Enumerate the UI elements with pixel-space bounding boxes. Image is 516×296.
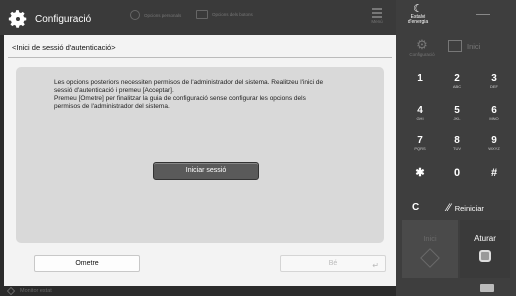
right-panel: ☾ Estalvi d'energia ⚙ Configuració Inici… <box>396 0 516 296</box>
instruction-text: Les opcions posteriors necessiten permis… <box>54 79 374 111</box>
page-title: <Inici de sessió d'autenticació> <box>12 43 116 52</box>
app-title: Configuració <box>7 8 91 30</box>
key-label: 9 <box>491 135 497 146</box>
home-button[interactable]: Inici <box>448 40 480 52</box>
reset-label: Reiniciar <box>454 203 484 213</box>
omit-button[interactable]: Ometre <box>34 255 140 272</box>
main-panel: <Inici de sessió d'autenticació> Les opc… <box>4 35 396 286</box>
start-icon <box>420 248 440 268</box>
button-settings-label: Opcions dels botons <box>212 12 253 17</box>
energy-saver-button[interactable]: ☾ Estalvi d'energia <box>406 4 430 25</box>
ok-label: Bé <box>328 260 338 267</box>
stop-label: Aturar <box>474 234 496 243</box>
key-sublabel: JKL <box>453 116 461 121</box>
key-9[interactable]: 9 WXYZ <box>476 132 512 154</box>
reset-button[interactable]: ⁄⁄ Reiniciar <box>439 197 506 219</box>
gear-icon: ⚙ <box>416 37 428 52</box>
key-label: 1 <box>417 73 423 84</box>
button-settings-button[interactable]: Opcions dels botons <box>196 10 253 19</box>
key-3[interactable]: 3 DEF <box>476 70 512 92</box>
key-sublabel: TUV <box>453 146 461 151</box>
key-2[interactable]: 2 ABC <box>439 70 475 92</box>
menu-label: Menú <box>371 19 383 24</box>
start-button[interactable]: Inici <box>402 220 458 278</box>
settings-button[interactable]: ⚙ Configuració <box>402 37 442 58</box>
divider <box>8 57 392 58</box>
personal-settings-button[interactable]: Opcions personals <box>130 10 181 20</box>
key-5[interactable]: 5 JKL <box>439 102 475 124</box>
status-bar: Monitor estat <box>0 286 396 296</box>
key-sublabel: GHI <box>416 116 424 121</box>
instruction-line: Premeu [Ometre] per finalitzar la guia d… <box>54 95 306 102</box>
key-1[interactable]: 1 <box>402 70 438 92</box>
menu-button[interactable]: Menú <box>364 5 390 31</box>
energy-saver-label: Estalvi d'energia <box>407 14 429 25</box>
key-sublabel: MNO <box>489 116 499 121</box>
stop-icon <box>479 250 491 262</box>
key-asterisk[interactable]: ✱ <box>402 163 438 185</box>
login-button[interactable]: Iniciar sessió <box>153 162 259 180</box>
key-label: 5 <box>454 105 460 116</box>
key-label: ✱ <box>415 167 425 179</box>
app-title-label: Configuració <box>35 13 92 25</box>
gear-icon <box>8 10 27 28</box>
message-card: Les opcions posteriors necessiten permis… <box>16 67 384 243</box>
enter-icon: ↵ <box>372 261 379 270</box>
button-settings-icon <box>196 10 208 19</box>
status-monitor-icon <box>6 286 16 296</box>
device-status-icon <box>480 284 494 292</box>
top-bar: Configuració Opcions personals Opcions d… <box>0 0 396 35</box>
key-7[interactable]: 7 PQRS <box>402 132 438 154</box>
key-0[interactable]: 0 <box>439 163 475 185</box>
settings-label: Configuració <box>409 52 435 57</box>
stop-button[interactable]: Aturar <box>460 220 510 278</box>
ok-button[interactable]: Bé ↵ <box>280 255 386 272</box>
key-label: 3 <box>491 73 497 84</box>
menu-icon <box>372 8 382 18</box>
key-sublabel: PQRS <box>414 146 426 151</box>
key-label: 7 <box>417 135 423 146</box>
key-label: 4 <box>417 105 423 116</box>
key-6[interactable]: 6 MNO <box>476 102 512 124</box>
status-monitor-label: Monitor estat <box>20 288 52 294</box>
key-8[interactable]: 8 TUV <box>439 132 475 154</box>
home-icon <box>448 40 462 52</box>
key-label: 0 <box>453 167 461 179</box>
person-icon <box>130 10 140 20</box>
instruction-line: Les opcions posteriors necessiten permis… <box>54 79 324 86</box>
home-label: Inici <box>467 41 481 51</box>
key-label: 8 <box>454 135 460 146</box>
instruction-line: permisos de l'administrador del sistema. <box>54 103 170 110</box>
clear-label: C <box>412 202 420 213</box>
key-sublabel: DEF <box>490 84 498 89</box>
key-hash[interactable]: # <box>476 163 512 185</box>
key-4[interactable]: 4 GHI <box>402 102 438 124</box>
key-label: # <box>490 167 498 179</box>
key-sublabel: WXYZ <box>488 146 500 151</box>
reset-icon: ⁄⁄ <box>447 202 451 214</box>
start-label: Inici <box>423 234 437 243</box>
key-label: 6 <box>491 105 497 116</box>
key-label: 2 <box>454 73 460 84</box>
status-monitor-button[interactable]: Monitor estat <box>6 286 52 296</box>
instruction-line: sessió d'autenticació i premeu [Acceptar… <box>54 87 174 94</box>
clear-button[interactable]: C <box>402 197 438 219</box>
personal-settings-label: Opcions personals <box>144 12 182 18</box>
key-sublabel: ABC <box>452 84 462 89</box>
divider <box>476 14 490 15</box>
